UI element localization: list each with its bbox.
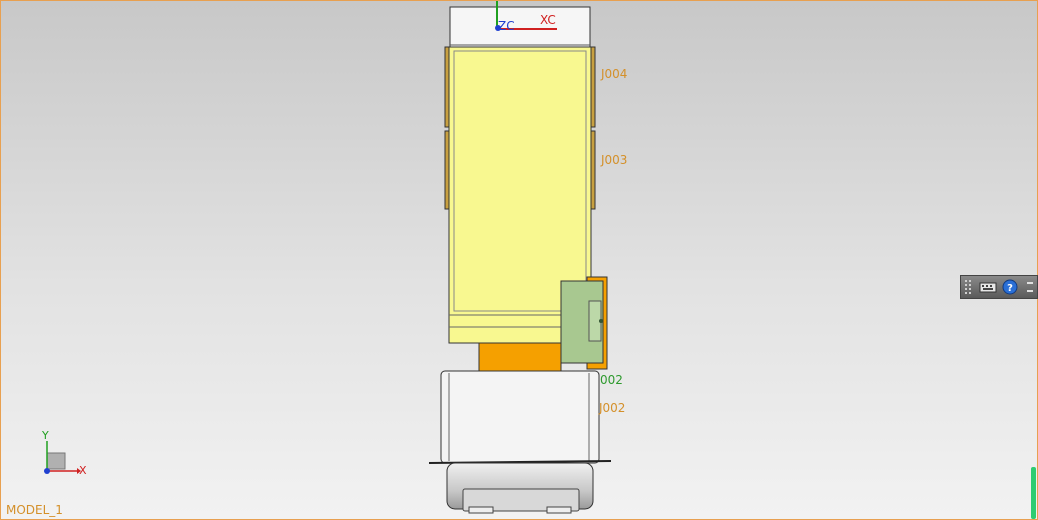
- wcs-z-label: ZC: [498, 19, 515, 33]
- label-j002[interactable]: J002: [599, 401, 625, 415]
- help-icon[interactable]: ?: [1001, 279, 1019, 295]
- label-green-002[interactable]: 002: [600, 373, 623, 387]
- base-foot-right: [546, 506, 572, 514]
- svg-text:?: ?: [1007, 283, 1013, 294]
- top-cap-part[interactable]: [449, 6, 591, 48]
- green-part-hole: [599, 319, 603, 323]
- label-j004[interactable]: J004: [601, 67, 627, 81]
- grip-icon[interactable]: [964, 279, 974, 295]
- lower-housing-part[interactable]: [440, 370, 600, 464]
- collapse-icon[interactable]: [1025, 279, 1035, 295]
- floating-toolbar[interactable]: ?: [960, 275, 1038, 299]
- triad-y-label: Y: [42, 429, 49, 442]
- graphics-viewport[interactable]: ZC XC Y X J004 J003 002 J002 MODEL_1: [0, 0, 1038, 520]
- model-name-label: MODEL_1: [6, 503, 63, 517]
- triad-z-origin: [44, 468, 50, 474]
- base-foot-left: [468, 506, 494, 514]
- model-geometry[interactable]: [1, 1, 1037, 519]
- label-j003[interactable]: J003: [601, 153, 627, 167]
- keyboard-icon[interactable]: [979, 279, 997, 295]
- triad-plane: [46, 452, 66, 470]
- wcs-x-label: XC: [540, 13, 556, 27]
- orange-base-part[interactable]: [478, 342, 562, 372]
- triad-x-label: X: [79, 464, 87, 477]
- view-scroll-indicator[interactable]: [1031, 467, 1036, 519]
